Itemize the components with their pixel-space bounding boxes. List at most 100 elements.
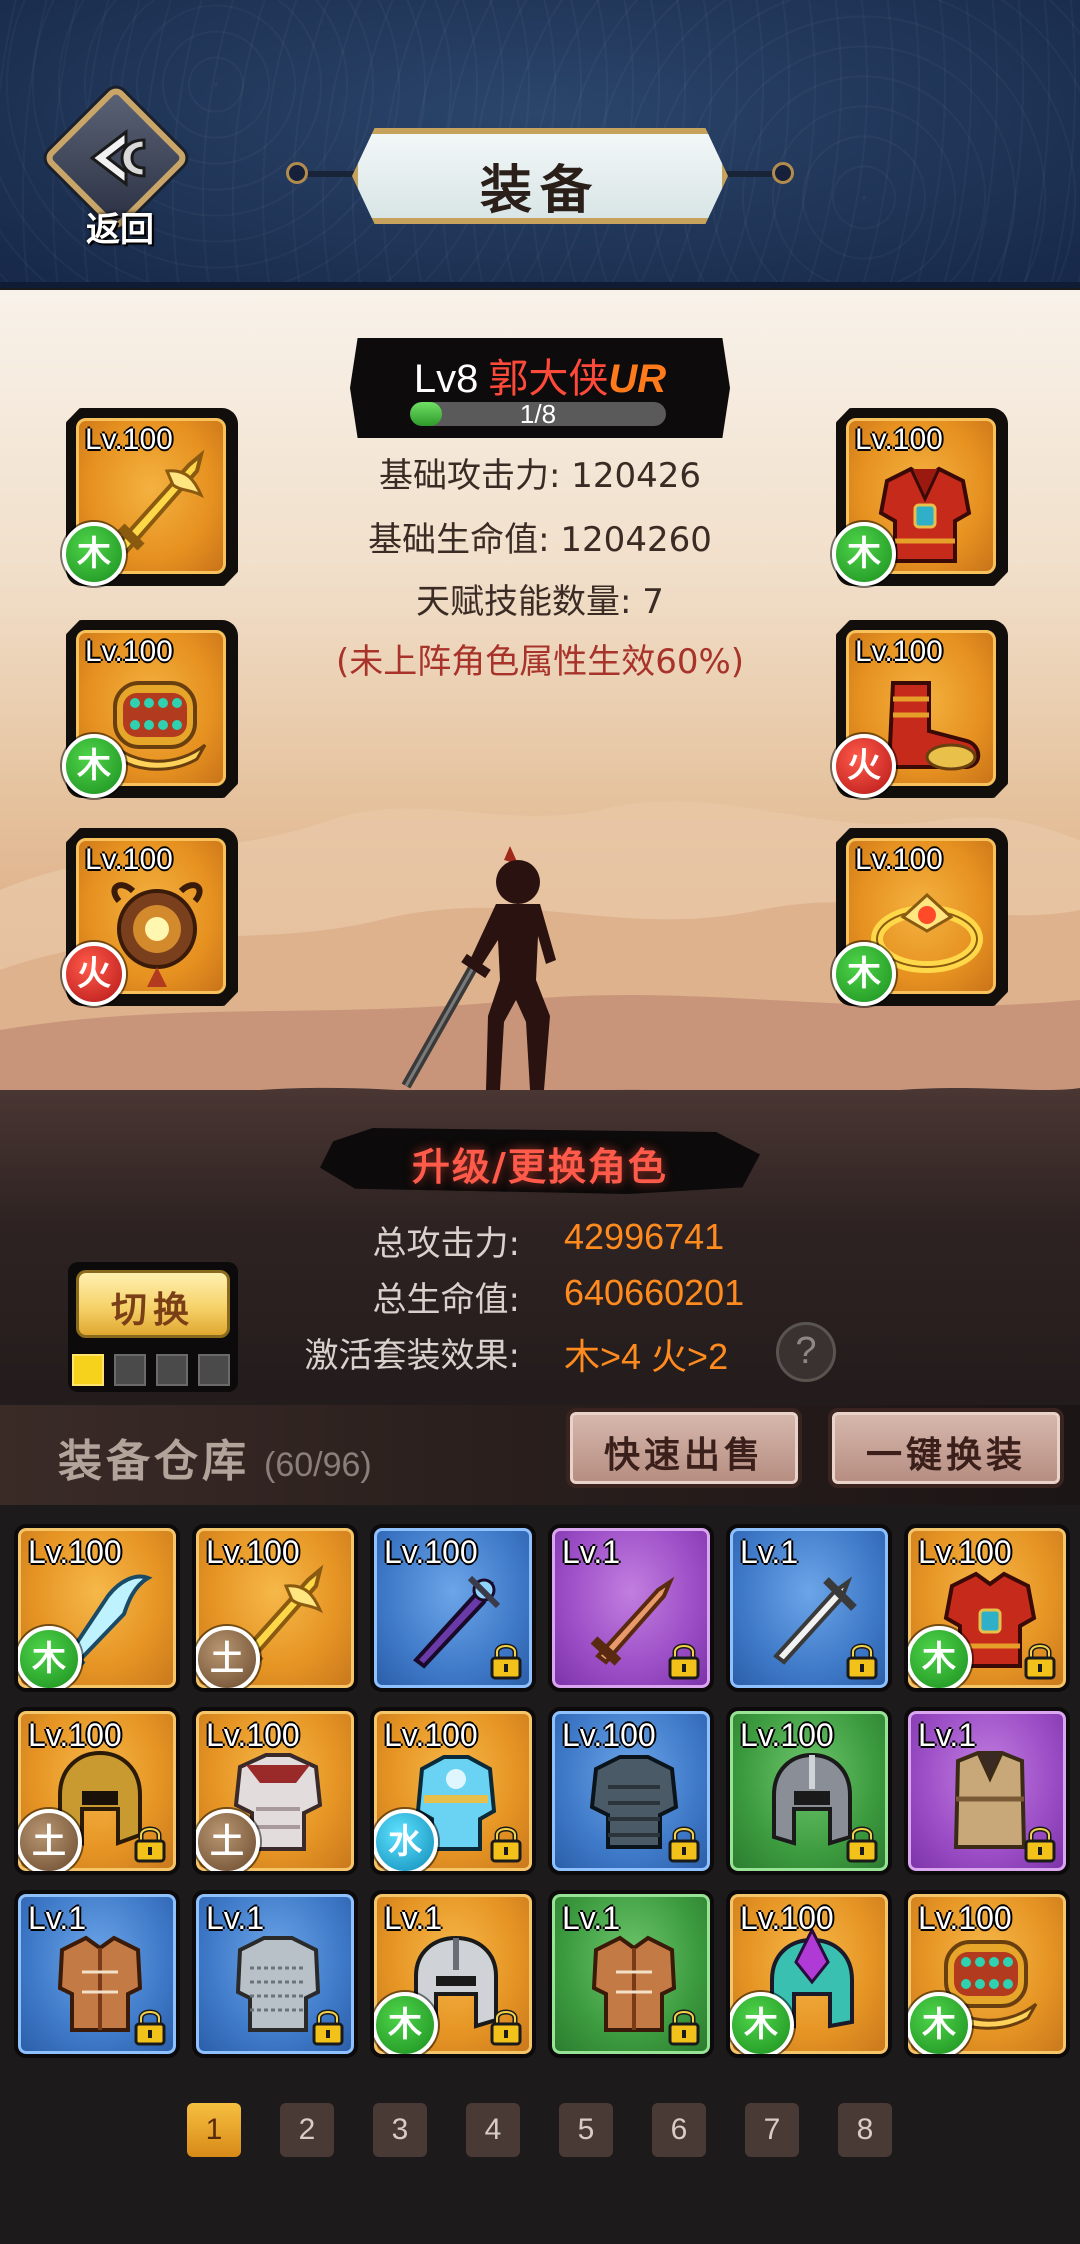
fire-element-icon: 火 bbox=[62, 942, 126, 1006]
equip-slot-boots[interactable]: Lv.100 火 bbox=[832, 620, 1008, 798]
back-button[interactable]: 返回 bbox=[42, 84, 192, 250]
inventory-item-card[interactable]: Lv.100 bbox=[726, 1707, 892, 1875]
inactive-bonus-note: (未上阵角色属性生效60%) bbox=[335, 642, 745, 682]
water-element-icon: 水 bbox=[374, 1809, 438, 1871]
item-level: Lv.100 bbox=[28, 1534, 122, 1570]
page-title: 装备 bbox=[479, 160, 600, 221]
back-label: 返回 bbox=[86, 210, 154, 250]
loadout-dot-2[interactable] bbox=[114, 1354, 146, 1386]
loadout-dot-1[interactable] bbox=[72, 1354, 104, 1386]
item-level: Lv.100 bbox=[740, 1900, 834, 1936]
hero-exp-bar: 1/8 bbox=[410, 402, 666, 426]
item-level: Lv.1 bbox=[562, 1900, 621, 1936]
auto-equip-label: 一键换装 bbox=[865, 1434, 1026, 1476]
equip-slot-armor[interactable]: Lv.100 木 bbox=[832, 408, 1008, 586]
item-level: Lv.1 bbox=[740, 1534, 799, 1570]
page-button-1[interactable]: 1 bbox=[187, 2103, 241, 2157]
item-level: Lv.100 bbox=[918, 1900, 1012, 1936]
equip-slot-bracer[interactable]: Lv.100 木 bbox=[62, 620, 238, 798]
loadout-dot-4[interactable] bbox=[198, 1354, 230, 1386]
hero-rarity-badge: UR bbox=[608, 357, 667, 401]
earth-element-icon: 土 bbox=[196, 1809, 260, 1871]
inventory-item-card[interactable]: Lv.1 bbox=[192, 1890, 358, 2058]
lock-icon bbox=[666, 1823, 702, 1863]
auto-equip-button[interactable]: 一键换装 bbox=[828, 1408, 1064, 1488]
set-effect-label: 激活套装效果: bbox=[304, 1336, 520, 1376]
inventory-item-card[interactable]: Lv.100 土 bbox=[192, 1707, 358, 1875]
equip-slot-weapon[interactable]: Lv.100 木 bbox=[62, 408, 238, 586]
talent-count-stat: 天赋技能数量: 7 bbox=[416, 582, 664, 622]
inventory-item-card[interactable]: Lv.100 土 bbox=[192, 1524, 358, 1692]
item-level: Lv.100 bbox=[206, 1717, 300, 1753]
base-attack-stat: 基础攻击力: 120426 bbox=[378, 456, 702, 496]
quick-sell-label: 快速出售 bbox=[603, 1434, 764, 1476]
inventory-item-card[interactable]: Lv.100 木 bbox=[904, 1890, 1070, 2058]
warehouse-count: (60/96) bbox=[264, 1446, 372, 1484]
switch-label: 切换 bbox=[110, 1289, 195, 1331]
hero-exp-text: 1/8 bbox=[519, 402, 557, 426]
wood-element-icon: 木 bbox=[730, 1992, 794, 2054]
inventory-item-card[interactable]: Lv.100 木 bbox=[14, 1524, 180, 1692]
lock-icon bbox=[666, 1640, 702, 1680]
lock-icon bbox=[132, 2006, 168, 2046]
upgrade-label: 升级/更换角色 bbox=[412, 1144, 668, 1189]
slot-level: Lv.100 bbox=[855, 635, 943, 668]
base-hp-stat: 基础生命值: 1204260 bbox=[368, 520, 712, 560]
inventory-item-card[interactable]: Lv.100 水 bbox=[370, 1707, 536, 1875]
page-button-8[interactable]: 8 bbox=[838, 2103, 892, 2157]
loadout-dot-3[interactable] bbox=[156, 1354, 188, 1386]
wood-element-icon: 木 bbox=[18, 1626, 82, 1688]
item-level: Lv.1 bbox=[918, 1717, 977, 1753]
lock-icon bbox=[132, 1823, 168, 1863]
switch-button[interactable]: 切换 bbox=[76, 1270, 230, 1338]
equip-slot-ring[interactable]: Lv.100 木 bbox=[832, 828, 1008, 1006]
page-button-2[interactable]: 2 bbox=[280, 2103, 334, 2157]
inventory-item-card[interactable]: Lv.1 bbox=[548, 1890, 714, 2058]
inventory-item-card[interactable]: Lv.1 bbox=[904, 1707, 1070, 1875]
wood-element-icon: 木 bbox=[908, 1992, 972, 2054]
page-button-4[interactable]: 4 bbox=[466, 2103, 520, 2157]
wood-element-icon: 木 bbox=[62, 734, 126, 798]
slot-level: Lv.100 bbox=[85, 423, 173, 456]
inventory-item-card[interactable]: Lv.1 bbox=[726, 1524, 892, 1692]
total-attack-value: 42996741 bbox=[564, 1216, 725, 1257]
inventory-item-card[interactable]: Lv.1 bbox=[14, 1890, 180, 2058]
slot-level: Lv.100 bbox=[85, 635, 173, 668]
page-button-5[interactable]: 5 bbox=[559, 2103, 613, 2157]
title-knob-left bbox=[286, 162, 308, 184]
equip-slot-amulet[interactable]: Lv.100 火 bbox=[62, 828, 238, 1006]
upgrade-change-hero-button[interactable]: 升级/更换角色 bbox=[320, 1128, 760, 1194]
item-level: Lv.100 bbox=[918, 1534, 1012, 1570]
wood-element-icon: 木 bbox=[62, 522, 126, 586]
inventory-item-card[interactable]: Lv.100 bbox=[370, 1524, 536, 1692]
lock-icon bbox=[488, 1823, 524, 1863]
item-level: Lv.100 bbox=[740, 1717, 834, 1753]
inventory-item-card[interactable]: Lv.100 bbox=[548, 1707, 714, 1875]
total-hp-label: 总生命值: bbox=[372, 1280, 520, 1320]
quick-sell-button[interactable]: 快速出售 bbox=[566, 1408, 802, 1488]
inventory-item-card[interactable]: Lv.100 木 bbox=[726, 1890, 892, 2058]
inventory-item-card[interactable]: Lv.100 木 bbox=[904, 1524, 1070, 1692]
page-button-3[interactable]: 3 bbox=[373, 2103, 427, 2157]
lock-icon bbox=[844, 1640, 880, 1680]
page-button-7[interactable]: 7 bbox=[745, 2103, 799, 2157]
help-question-icon[interactable]: ? bbox=[776, 1322, 836, 1382]
item-level: Lv.1 bbox=[28, 1900, 87, 1936]
item-level: Lv.1 bbox=[384, 1900, 443, 1936]
lock-icon bbox=[310, 2006, 346, 2046]
wood-element-icon: 木 bbox=[832, 522, 896, 586]
hero-name: 郭大侠 bbox=[488, 356, 609, 402]
page-button-6[interactable]: 6 bbox=[652, 2103, 706, 2157]
wood-element-icon: 木 bbox=[832, 942, 896, 1006]
title-plate: 装备 bbox=[352, 128, 728, 224]
hero-badge[interactable]: Lv8 郭大侠UR 1/8 bbox=[350, 338, 730, 438]
inventory-item-card[interactable]: Lv.1 木 bbox=[370, 1890, 536, 2058]
slot-level: Lv.100 bbox=[85, 843, 173, 876]
loadout-switch-panel: 切换 bbox=[68, 1262, 238, 1392]
item-level: Lv.1 bbox=[206, 1900, 265, 1936]
hero-title-line: Lv8 郭大侠UR bbox=[350, 346, 730, 404]
inventory-item-card[interactable]: Lv.100 土 bbox=[14, 1707, 180, 1875]
earth-element-icon: 土 bbox=[18, 1809, 82, 1871]
hero-silhouette bbox=[401, 846, 556, 1090]
inventory-item-card[interactable]: Lv.1 bbox=[548, 1524, 714, 1692]
